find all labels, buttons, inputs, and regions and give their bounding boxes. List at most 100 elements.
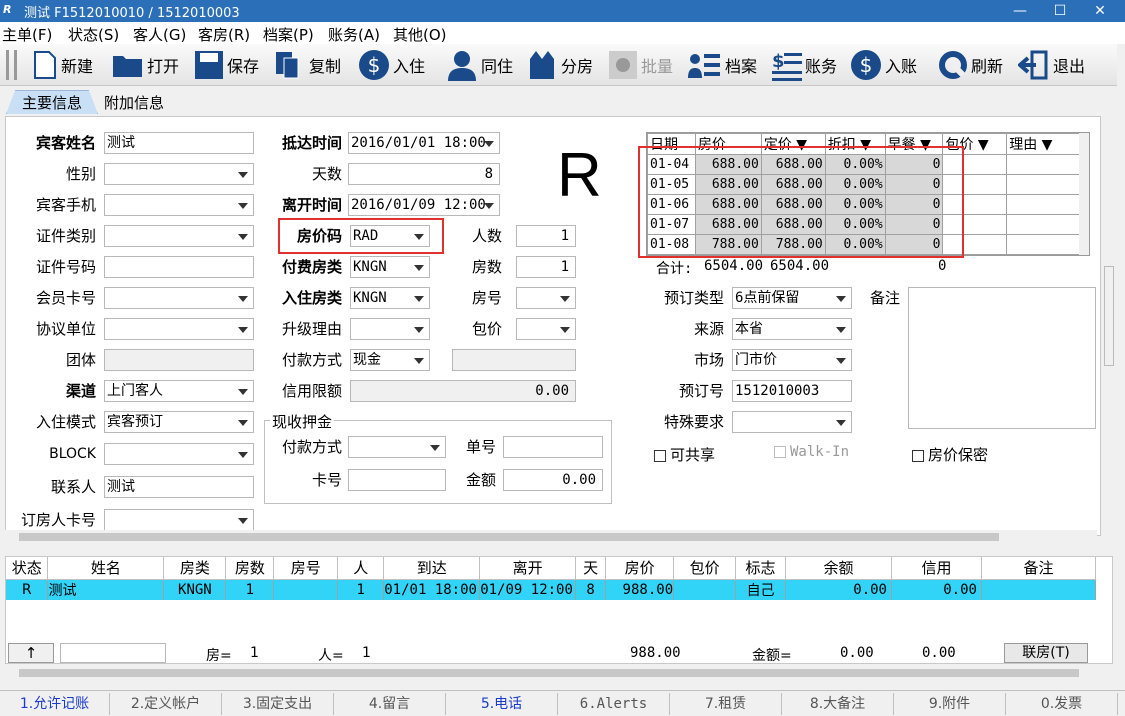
- grid-col-arrive[interactable]: 到达: [383, 557, 481, 580]
- grid-col-roomtype[interactable]: 房类: [163, 557, 227, 580]
- grid-col-balance[interactable]: 余额: [785, 557, 892, 580]
- rooms-input[interactable]: 1: [516, 256, 576, 278]
- main-hscroll[interactable]: [5, 530, 1097, 544]
- member-select[interactable]: [104, 287, 254, 309]
- post-button[interactable]: $ 入账: [850, 49, 917, 81]
- exit-door-icon: [1018, 50, 1048, 80]
- dep-no-input[interactable]: [503, 436, 603, 458]
- tab-main-info[interactable]: 主要信息: [6, 90, 98, 114]
- special-select[interactable]: [732, 411, 852, 433]
- rate-table-scrollbar[interactable]: [1079, 133, 1089, 255]
- minimize-button[interactable]: —: [1000, 0, 1040, 22]
- footer-search-input[interactable]: [60, 643, 166, 663]
- menu-room[interactable]: 客房(R): [198, 24, 250, 45]
- joint-room-button[interactable]: 联房(T): [1004, 643, 1088, 663]
- grid-col-roomno[interactable]: 房号: [273, 557, 339, 580]
- batch-button[interactable]: 批量: [608, 49, 673, 81]
- col-reason[interactable]: 理由 ▼: [1006, 133, 1081, 155]
- open-button[interactable]: 打开: [112, 49, 179, 81]
- menu-guest[interactable]: 客人(G): [133, 24, 186, 45]
- idno-input[interactable]: [104, 256, 254, 278]
- mobile-input[interactable]: [104, 194, 254, 216]
- arrive-input[interactable]: 2016/01/01 18:00: [348, 132, 500, 154]
- resv-type-select[interactable]: 6点前保留: [732, 287, 852, 309]
- grid-col-credit[interactable]: 信用: [891, 557, 982, 580]
- new-button[interactable]: 新建: [32, 49, 93, 81]
- guest-name-input[interactable]: 测试: [104, 132, 254, 154]
- copy-icon: [276, 52, 299, 79]
- credit-input: 0.00: [350, 380, 576, 402]
- panel-vscroll[interactable]: [1104, 266, 1114, 366]
- save-button[interactable]: 保存: [194, 49, 259, 81]
- block-select[interactable]: [104, 443, 254, 465]
- grid-hscroll[interactable]: [5, 666, 1113, 680]
- grid-col-days[interactable]: 天: [575, 557, 607, 580]
- account-button[interactable]: $ 账务: [770, 49, 837, 81]
- menu-profile[interactable]: 档案(P): [263, 24, 314, 45]
- close-button[interactable]: ✕: [1080, 0, 1120, 22]
- persons-input[interactable]: 1: [516, 225, 576, 247]
- tab-extra-info[interactable]: 附加信息: [104, 92, 164, 113]
- copy-button[interactable]: 复制: [274, 49, 341, 81]
- menu-status[interactable]: 状态(S): [68, 24, 119, 45]
- channel-select[interactable]: 上门客人: [104, 380, 254, 402]
- tab-define-account[interactable]: 2.定义帐户: [110, 693, 222, 715]
- booker-select[interactable]: [104, 509, 254, 531]
- agreement-select[interactable]: [104, 318, 254, 340]
- grid-col-remark[interactable]: 备注: [981, 557, 1097, 580]
- roomtype-select[interactable]: KNGN: [350, 287, 430, 309]
- grid-col-depart[interactable]: 离开: [479, 557, 577, 580]
- roomno-select[interactable]: [516, 287, 576, 309]
- menu-main[interactable]: 主单(F): [2, 24, 52, 45]
- up-button[interactable]: ↑: [8, 643, 54, 663]
- split-button[interactable]: 分房: [526, 49, 593, 81]
- menu-other[interactable]: 其他(O): [393, 24, 447, 45]
- dep-pay-select[interactable]: [348, 436, 446, 458]
- table-row[interactable]: R 测试 KNGN 1 1 01/01 18:00 01/09 12:00 8 …: [6, 579, 1097, 600]
- days-input[interactable]: 8: [348, 163, 500, 185]
- maximize-button[interactable]: ☐: [1040, 0, 1080, 22]
- depart-input[interactable]: 2016/01/09 12:00: [348, 194, 500, 216]
- tab-phone[interactable]: 5.电话: [446, 693, 558, 715]
- package-select[interactable]: [516, 318, 576, 340]
- grid-col-rate[interactable]: 房价: [605, 557, 675, 580]
- profile-button[interactable]: 档案: [688, 49, 757, 81]
- tab-alerts[interactable]: 6.Alerts: [558, 693, 670, 715]
- contact-input[interactable]: 测试: [104, 476, 254, 498]
- menu-account[interactable]: 账务(A): [328, 24, 380, 45]
- ratecode-select[interactable]: RAD: [350, 225, 430, 247]
- paytype-select[interactable]: KNGN: [350, 256, 430, 278]
- share-checkbox[interactable]: 可共享: [654, 444, 715, 465]
- checkin-button[interactable]: $ 入住: [358, 49, 425, 81]
- idtype-select[interactable]: [104, 225, 254, 247]
- tab-rental[interactable]: 7.租赁: [670, 693, 782, 715]
- mode-select[interactable]: 宾客预订: [104, 411, 254, 433]
- refresh-button[interactable]: 刷新: [938, 49, 1003, 81]
- dep-card-input[interactable]: [348, 469, 446, 491]
- tab-attachment[interactable]: 9.附件: [894, 693, 1006, 715]
- source-select[interactable]: 本省: [732, 318, 852, 340]
- share-button[interactable]: 同住: [446, 49, 513, 81]
- secret-checkbox[interactable]: 房价保密: [912, 444, 988, 465]
- grid-col-persons[interactable]: 人: [337, 557, 385, 580]
- tab-message[interactable]: 4.留言: [334, 693, 446, 715]
- grid-col-flag[interactable]: 标志: [735, 557, 787, 580]
- payment-select[interactable]: 现金: [350, 349, 430, 371]
- tab-fixed-charge[interactable]: 3.固定支出: [222, 693, 334, 715]
- grid-col-package[interactable]: 包价: [673, 557, 737, 580]
- grid-col-name[interactable]: 姓名: [47, 557, 165, 580]
- exit-button[interactable]: 退出: [1018, 49, 1085, 81]
- gender-select[interactable]: [104, 163, 254, 185]
- upgrade-select[interactable]: [350, 318, 430, 340]
- walkin-checkbox[interactable]: Walk-In: [774, 444, 849, 460]
- grid-col-rooms[interactable]: 房数: [225, 557, 275, 580]
- grid-col-status[interactable]: 状态: [6, 557, 49, 580]
- tab-allow-posting[interactable]: 1.允许记账: [0, 693, 110, 715]
- resv-no-input[interactable]: 1512010003: [732, 380, 852, 402]
- market-select[interactable]: 门市价: [732, 349, 852, 371]
- tab-big-remark[interactable]: 8.大备注: [782, 693, 894, 715]
- remark-textarea[interactable]: [908, 287, 1096, 429]
- tab-invoice[interactable]: 0.发票: [1006, 693, 1118, 715]
- dep-amount-input[interactable]: 0.00: [503, 469, 603, 491]
- roomno-label: 房号: [471, 289, 502, 307]
